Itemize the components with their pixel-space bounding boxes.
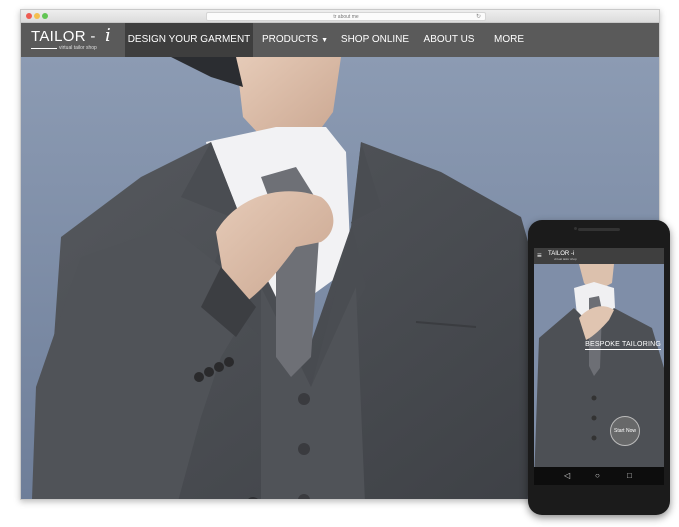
nav-more[interactable]: MORE — [485, 23, 533, 57]
main-nav: TAILOR - i virtual tailor shop DESIGN YO… — [21, 23, 659, 57]
nav-item-label: ABOUT US — [423, 34, 475, 45]
phone-nav: ≡ TAILOR -i virtual tailor shop — [534, 248, 664, 264]
nav-item-label: DESIGN YOUR GARMENT — [127, 34, 251, 45]
start-now-button[interactable]: Start Now — [610, 416, 640, 446]
logo-text: TAILOR - — [31, 28, 96, 45]
hamburger-icon[interactable]: ≡ — [537, 251, 542, 261]
phone-screen: ≡ TAILOR -i virtual tailor shop BESPOKE … — [534, 248, 664, 484]
phone-camera-icon — [574, 227, 577, 230]
recents-icon[interactable]: □ — [627, 470, 632, 482]
browser-titlebar: tr about me ↻ — [21, 10, 659, 23]
nav-item-label: PRODUCTS — [261, 34, 319, 45]
logo-needle-icon — [31, 48, 57, 49]
logo-tagline: virtual tailor shop — [59, 45, 97, 51]
phone-hero-image — [534, 248, 664, 484]
caret-down-icon: ▼ — [321, 37, 329, 44]
nav-about-us[interactable]: ABOUT US — [413, 23, 485, 57]
nav-products[interactable]: PRODUCTS ▼ — [253, 23, 337, 57]
phone-logo-tagline: virtual tailor shop — [554, 257, 577, 261]
nav-item-label: MORE — [494, 34, 524, 45]
maximize-window-icon[interactable] — [42, 13, 48, 19]
nav-design-your-garment[interactable]: DESIGN YOUR GARMENT — [125, 23, 253, 57]
logo-i: i — [105, 25, 111, 46]
phone-softkeys: ◁ ○ □ — [534, 467, 664, 485]
home-icon[interactable]: ○ — [595, 470, 600, 482]
phone-speaker — [578, 228, 620, 231]
close-window-icon[interactable] — [26, 13, 32, 19]
phone-headline: BESPOKE TAILORING — [585, 341, 661, 350]
site-logo[interactable]: TAILOR - i virtual tailor shop — [31, 25, 126, 55]
reload-icon[interactable]: ↻ — [476, 13, 481, 21]
address-bar-text: tr about me — [333, 14, 359, 20]
phone-mockup: ≡ TAILOR -i virtual tailor shop BESPOKE … — [528, 220, 670, 515]
minimize-window-icon[interactable] — [34, 13, 40, 19]
address-bar[interactable]: tr about me ↻ — [206, 12, 486, 21]
nav-item-label: SHOP ONLINE — [340, 34, 410, 45]
nav-shop-online[interactable]: SHOP ONLINE — [337, 23, 413, 57]
back-icon[interactable]: ◁ — [564, 470, 570, 482]
